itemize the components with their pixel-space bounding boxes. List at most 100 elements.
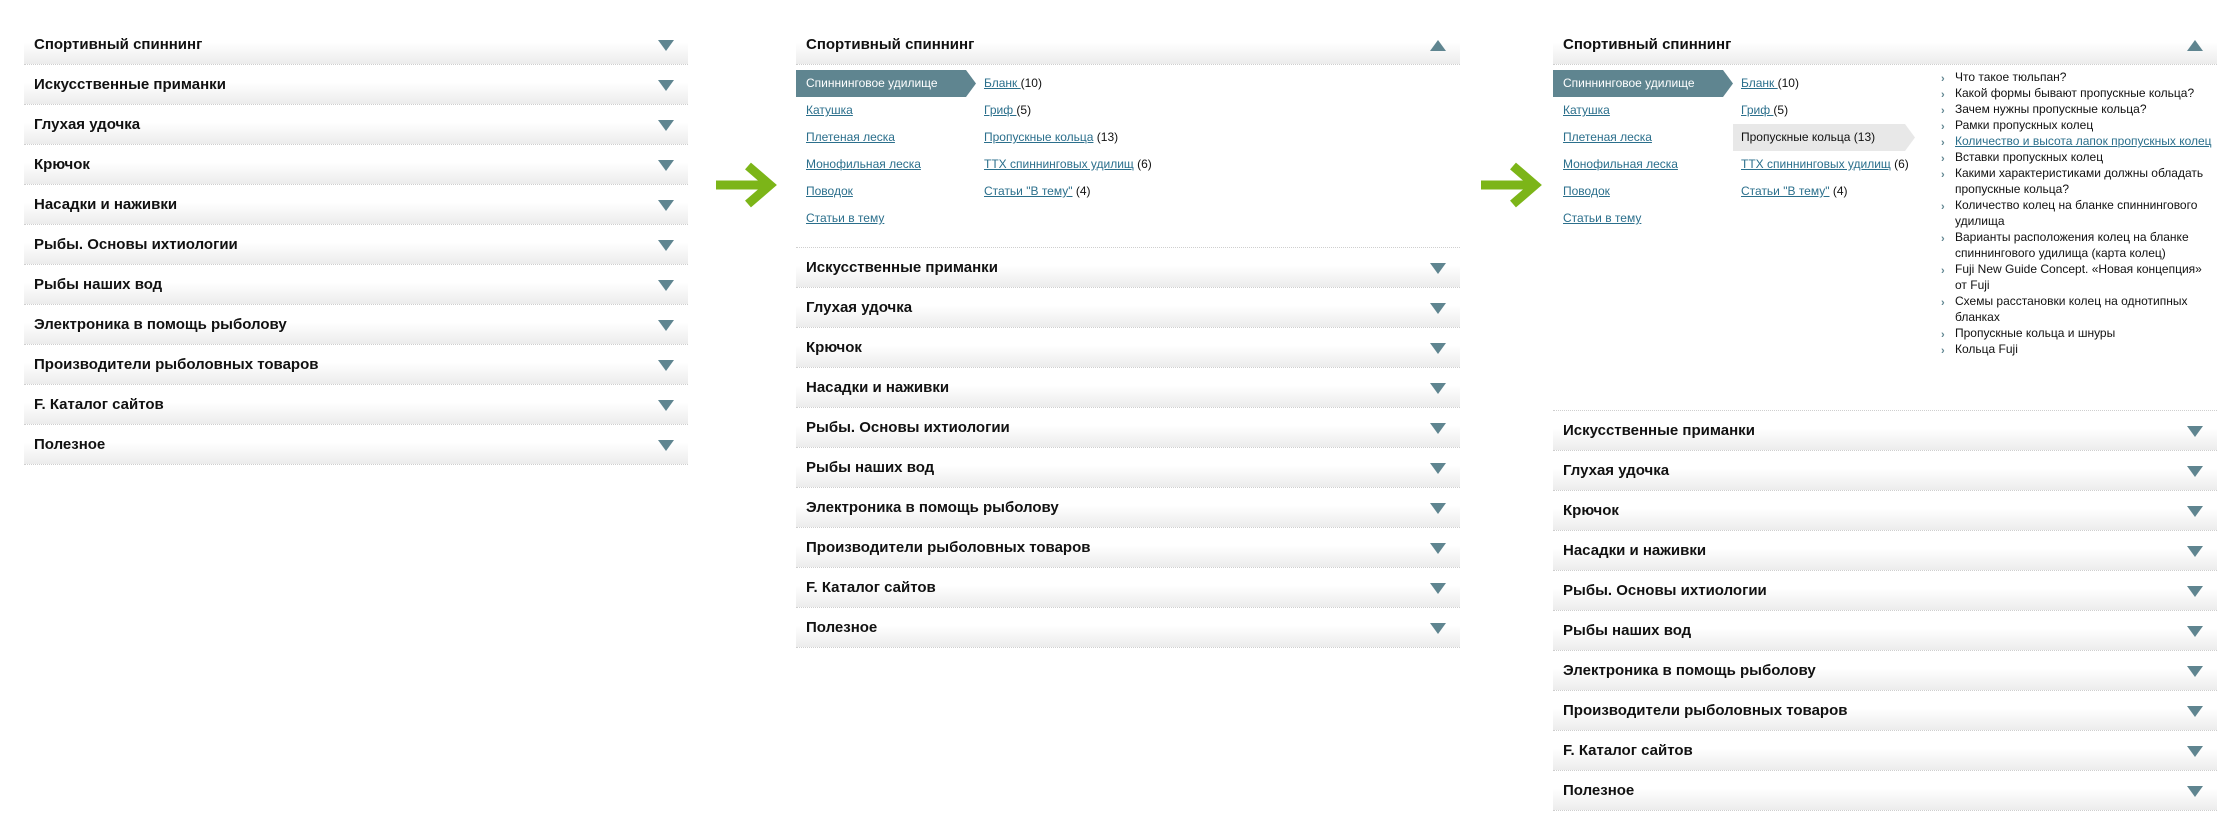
triangle-down-icon[interactable] xyxy=(1430,263,1446,274)
triangle-down-icon[interactable] xyxy=(658,40,674,51)
accordion-header[interactable]: Электроника в помощь рыболову xyxy=(1553,651,2217,691)
subsection-link[interactable]: Плетеная леска xyxy=(806,130,895,144)
accordion-header[interactable]: Производители рыболовных товаров xyxy=(1553,691,2217,731)
subsection-item-active[interactable]: Спиннинговое удилище xyxy=(796,70,976,97)
topic-link[interactable]: Гриф xyxy=(1741,103,1773,117)
accordion-header[interactable]: Глухая удочка xyxy=(796,288,1460,328)
accordion-header[interactable]: Электроника в помощь рыболову xyxy=(24,305,688,345)
accordion-header[interactable]: F. Каталог сайтов xyxy=(24,385,688,425)
subsection-link[interactable]: Монофильная леска xyxy=(806,157,921,171)
accordion-header[interactable]: Глухая удочка xyxy=(24,105,688,145)
subsection-link[interactable]: Катушка xyxy=(1563,103,1610,117)
article-item[interactable]: › Вставки пропускных колец xyxy=(1941,149,2217,165)
triangle-down-icon[interactable] xyxy=(1430,503,1446,514)
triangle-down-icon[interactable] xyxy=(1430,543,1446,554)
triangle-down-icon[interactable] xyxy=(2187,546,2203,557)
article-item[interactable]: › Какой формы бывают пропускные кольца? xyxy=(1941,85,2217,101)
accordion-header[interactable]: Рыбы. Основы ихтиологии xyxy=(24,225,688,265)
accordion-header[interactable]: Насадки и наживки xyxy=(24,185,688,225)
triangle-down-icon[interactable] xyxy=(658,240,674,251)
article-item[interactable]: › Кольца Fuji xyxy=(1941,341,2217,357)
accordion-header[interactable]: Полезное xyxy=(796,608,1460,648)
subsection-link[interactable]: Монофильная леска xyxy=(1563,157,1678,171)
topic-link[interactable]: Статьи "В тему" xyxy=(984,184,1073,198)
triangle-down-icon[interactable] xyxy=(658,360,674,371)
topic-link[interactable]: Бланк xyxy=(1741,76,1778,90)
triangle-down-icon[interactable] xyxy=(658,320,674,331)
triangle-down-icon[interactable] xyxy=(2187,426,2203,437)
subsection-link[interactable]: Статьи в тему xyxy=(806,211,884,225)
accordion-header[interactable]: Спортивный спиннинг xyxy=(24,25,688,65)
accordion-header[interactable]: Рыбы. Основы ихтиологии xyxy=(796,408,1460,448)
triangle-down-icon[interactable] xyxy=(1430,623,1446,634)
triangle-down-icon[interactable] xyxy=(2187,626,2203,637)
article-item[interactable]: › Какими характеристиками должны обладать… xyxy=(1941,165,2217,197)
accordion-header[interactable]: Полезное xyxy=(1553,771,2217,811)
accordion-header[interactable]: Производители рыболовных товаров xyxy=(796,528,1460,568)
subsection-link[interactable]: Поводок xyxy=(1563,184,1610,198)
accordion-header[interactable]: Рыбы наших вод xyxy=(1553,611,2217,651)
triangle-down-icon[interactable] xyxy=(2187,666,2203,677)
triangle-down-icon[interactable] xyxy=(1430,343,1446,354)
topic-link[interactable]: Статьи "В тему" xyxy=(1741,184,1830,198)
accordion-header[interactable]: Рыбы. Основы ихтиологии xyxy=(1553,571,2217,611)
accordion-header[interactable]: Глухая удочка xyxy=(1553,451,2217,491)
accordion-header[interactable]: Рыбы наших вод xyxy=(796,448,1460,488)
triangle-down-icon[interactable] xyxy=(2187,586,2203,597)
topic-link[interactable]: ТТХ спиннинговых удилищ xyxy=(984,157,1134,171)
subsection-link[interactable]: Катушка xyxy=(806,103,853,117)
accordion-header[interactable]: Полезное xyxy=(24,425,688,465)
accordion-header[interactable]: Искусственные приманки xyxy=(24,65,688,105)
triangle-down-icon[interactable] xyxy=(658,160,674,171)
accordion-header[interactable]: Искусственные приманки xyxy=(796,248,1460,288)
accordion-header[interactable]: Электроника в помощь рыболову xyxy=(796,488,1460,528)
accordion-header-sport-spinning[interactable]: Спортивный спиннинг xyxy=(796,25,1460,65)
triangle-down-icon[interactable] xyxy=(1430,383,1446,394)
accordion-header[interactable]: Крючок xyxy=(24,145,688,185)
article-link[interactable]: › Количество и высота лапок пропускных ко… xyxy=(1941,133,2217,149)
triangle-down-icon[interactable] xyxy=(2187,466,2203,477)
accordion-header[interactable]: Производители рыболовных товаров xyxy=(24,345,688,385)
subsection-link[interactable]: Поводок xyxy=(806,184,853,198)
triangle-down-icon[interactable] xyxy=(658,120,674,131)
topic-link[interactable]: Бланк xyxy=(984,76,1021,90)
accordion-header[interactable]: F. Каталог сайтов xyxy=(796,568,1460,608)
article-item[interactable]: › Fuji New Guide Concept. «Новая концепци… xyxy=(1941,261,2217,293)
article-item[interactable]: › Что такое тюльпан? xyxy=(1941,69,2217,85)
triangle-down-icon[interactable] xyxy=(658,80,674,91)
article-item[interactable]: › Пропускные кольца и шнуры xyxy=(1941,325,2217,341)
triangle-up-icon[interactable] xyxy=(1430,40,1446,51)
article-item[interactable]: › Зачем нужны пропускные кольца? xyxy=(1941,101,2217,117)
triangle-down-icon[interactable] xyxy=(1430,303,1446,314)
subsection-link[interactable]: Статьи в тему xyxy=(1563,211,1641,225)
article-item[interactable]: › Схемы расстановки колец на однотипных б… xyxy=(1941,293,2217,325)
topic-item-active[interactable]: Пропускные кольца (13) xyxy=(1733,124,1915,151)
accordion-header[interactable]: F. Каталог сайтов xyxy=(1553,731,2217,771)
topic-link[interactable]: ТТХ спиннинговых удилищ xyxy=(1741,157,1891,171)
triangle-down-icon[interactable] xyxy=(1430,423,1446,434)
triangle-down-icon[interactable] xyxy=(1430,463,1446,474)
triangle-down-icon[interactable] xyxy=(658,200,674,211)
topic-link[interactable]: Гриф xyxy=(984,103,1016,117)
triangle-down-icon[interactable] xyxy=(658,440,674,451)
triangle-down-icon[interactable] xyxy=(2187,706,2203,717)
subsection-item-active[interactable]: Спиннинговое удилище xyxy=(1553,70,1733,97)
article-item[interactable]: › Количество колец на бланке спиннинговог… xyxy=(1941,197,2217,229)
triangle-down-icon[interactable] xyxy=(1430,583,1446,594)
triangle-down-icon[interactable] xyxy=(2187,506,2203,517)
triangle-down-icon[interactable] xyxy=(658,400,674,411)
accordion-header[interactable]: Искусственные приманки xyxy=(1553,411,2217,451)
article-item[interactable]: › Рамки пропускных колец xyxy=(1941,117,2217,133)
accordion-header[interactable]: Насадки и наживки xyxy=(796,368,1460,408)
triangle-down-icon[interactable] xyxy=(658,280,674,291)
accordion-header[interactable]: Рыбы наших вод xyxy=(24,265,688,305)
accordion-header[interactable]: Насадки и наживки xyxy=(1553,531,2217,571)
triangle-down-icon[interactable] xyxy=(2187,786,2203,797)
article-item[interactable]: › Варианты расположения колец на бланке с… xyxy=(1941,229,2217,261)
triangle-down-icon[interactable] xyxy=(2187,746,2203,757)
accordion-header[interactable]: Крючок xyxy=(796,328,1460,368)
triangle-up-icon[interactable] xyxy=(2187,40,2203,51)
accordion-header[interactable]: Крючок xyxy=(1553,491,2217,531)
topic-link[interactable]: Пропускные кольца xyxy=(984,130,1093,144)
subsection-link[interactable]: Плетеная леска xyxy=(1563,130,1652,144)
